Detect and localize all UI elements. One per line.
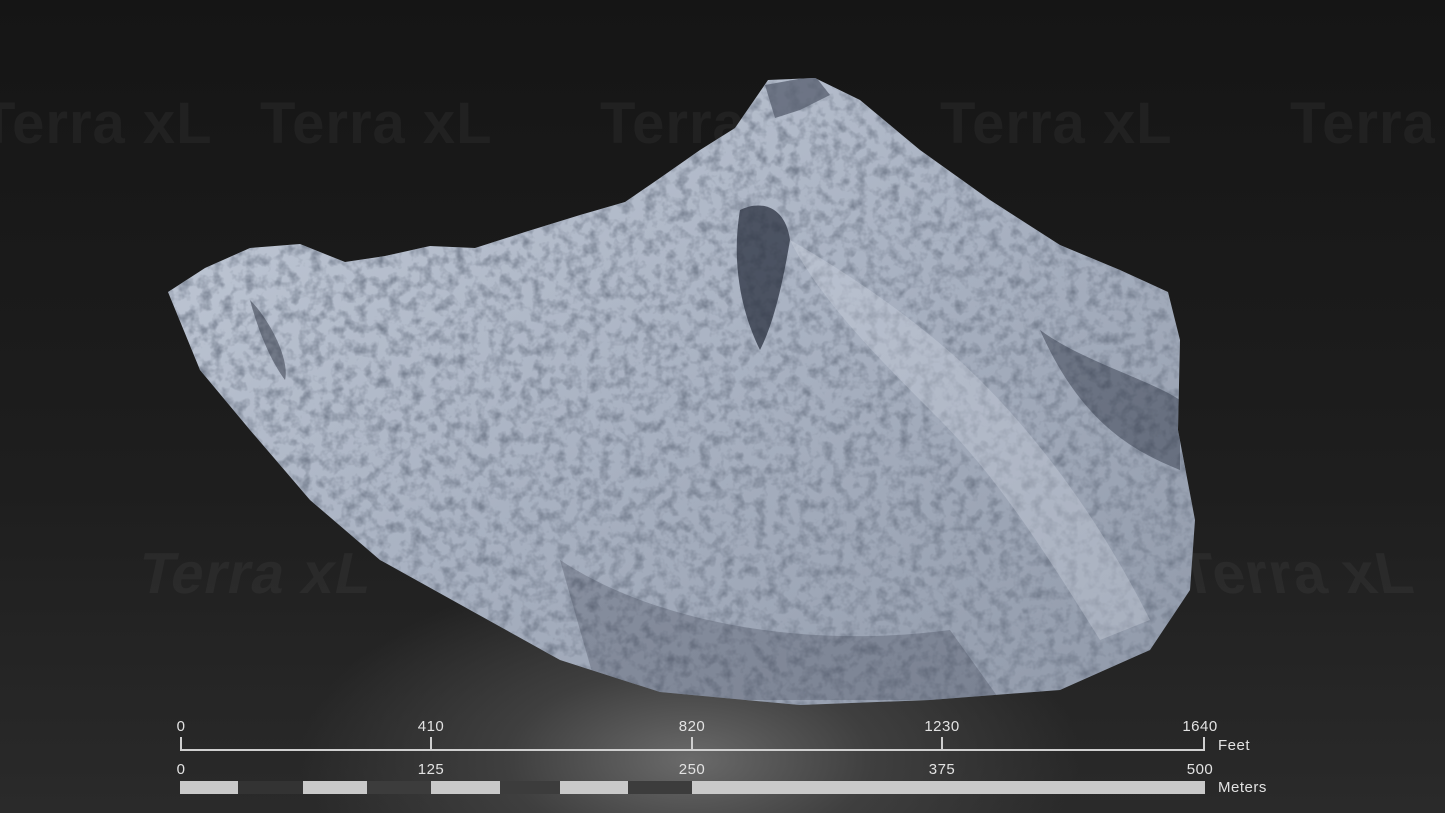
feet-unit-label: Feet bbox=[1218, 737, 1251, 754]
meters-bar-segment bbox=[238, 781, 303, 794]
meters-bar-segment bbox=[367, 781, 431, 794]
meters-bar-segment bbox=[431, 781, 500, 794]
meters-bar-segment bbox=[180, 781, 238, 794]
feet-tick bbox=[941, 737, 943, 751]
feet-tick bbox=[430, 737, 432, 751]
feet-tick-label: 820 bbox=[678, 718, 706, 735]
meters-bar-segment bbox=[303, 781, 367, 794]
terrain-mesh-render bbox=[168, 78, 1195, 705]
feet-tick-label: 1640 bbox=[1182, 718, 1218, 735]
meters-tick-label: 375 bbox=[928, 761, 956, 778]
feet-tick bbox=[1203, 737, 1205, 751]
meters-bar-segment bbox=[500, 781, 560, 794]
meters-bar-segment bbox=[692, 781, 1205, 794]
meters-tick-label: 125 bbox=[417, 761, 445, 778]
meters-tick-label: 0 bbox=[176, 761, 186, 778]
meters-bar-segment bbox=[560, 781, 628, 794]
render-viewport: Terra xL Terra xL Terra xL Terra xL Terr… bbox=[0, 0, 1445, 813]
meters-tick-label: 500 bbox=[1186, 761, 1214, 778]
meters-unit-label: Meters bbox=[1218, 779, 1267, 796]
feet-tick-label: 1230 bbox=[924, 718, 960, 735]
meters-bar-segment bbox=[628, 781, 692, 794]
feet-tick-label: 410 bbox=[417, 718, 445, 735]
feet-tick-label: 0 bbox=[176, 718, 186, 735]
feet-tick bbox=[691, 737, 693, 751]
feet-tick bbox=[180, 737, 182, 751]
meters-scale-bar bbox=[180, 781, 1205, 794]
meters-tick-label: 250 bbox=[678, 761, 706, 778]
